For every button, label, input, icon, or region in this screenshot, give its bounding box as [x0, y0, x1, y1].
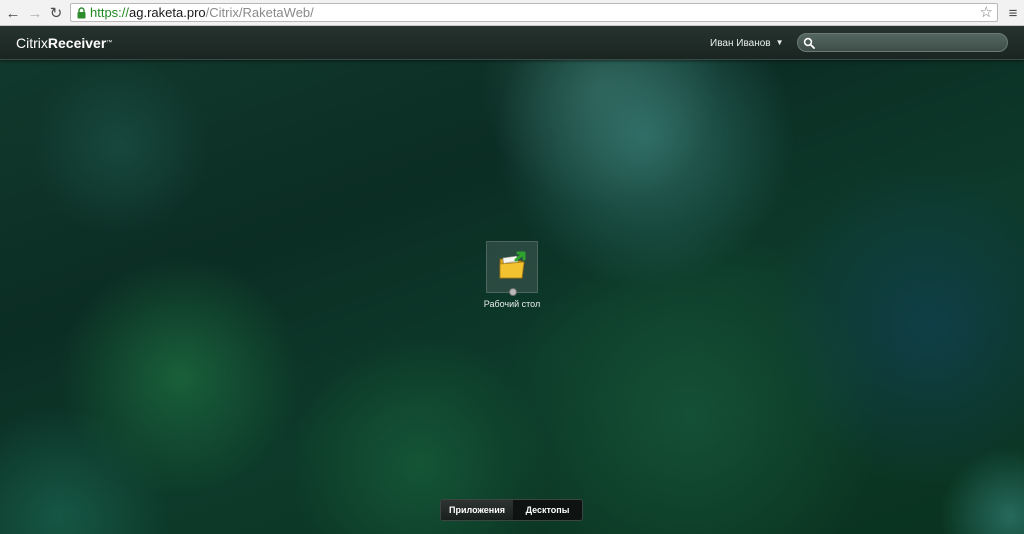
chevron-down-icon: ▼ — [775, 38, 784, 47]
desktop-folder-icon — [499, 251, 526, 279]
forward-icon[interactable]: → — [26, 4, 44, 22]
logo-text-citrix: Citrix — [16, 35, 48, 51]
receiver-page: CitrixReceiver™ Иван Иванов ▼ Рабочий сто… — [0, 26, 1024, 534]
url-path: /Citrix/RaketaWeb/ — [205, 5, 314, 20]
logo-text-receiver: Receiver — [47, 35, 107, 51]
search-icon — [803, 37, 815, 49]
tab-applications[interactable]: Приложения — [441, 500, 513, 520]
citrix-receiver-logo: CitrixReceiver™ — [16, 35, 112, 51]
lock-icon — [77, 7, 86, 19]
browser-toolbar: ← → ↻ https://ag.raketa.pro/Citrix/Raket… — [0, 0, 1024, 26]
user-name: Иван Иванов — [710, 38, 771, 49]
url-host: ag.raketa.pro — [129, 5, 206, 20]
search-input[interactable] — [818, 35, 1004, 52]
url-scheme: https:// — [90, 5, 130, 20]
address-bar[interactable]: https://ag.raketa.pro/Citrix/RaketaWeb/ … — [70, 3, 998, 22]
url-text: https://ag.raketa.pro/Citrix/RaketaWeb/ — [90, 5, 314, 21]
reload-icon[interactable]: ↻ — [47, 4, 65, 22]
desktop-label: Рабочий стол — [483, 299, 541, 309]
status-indicator — [509, 288, 517, 296]
logo-trademark: ™ — [106, 40, 113, 46]
desktop-tile[interactable] — [486, 241, 538, 293]
back-icon[interactable]: ← — [4, 4, 22, 22]
menu-icon[interactable]: ≡ — [1004, 4, 1022, 22]
tab-desktops[interactable]: Десктопы — [513, 500, 582, 520]
search-box[interactable] — [797, 33, 1008, 52]
receiver-header: CitrixReceiver™ Иван Иванов ▼ — [0, 26, 1024, 60]
view-switcher: Приложения Десктопы — [440, 499, 583, 521]
user-menu[interactable]: Иван Иванов ▼ — [710, 36, 784, 51]
star-icon[interactable]: ☆ — [980, 4, 993, 21]
